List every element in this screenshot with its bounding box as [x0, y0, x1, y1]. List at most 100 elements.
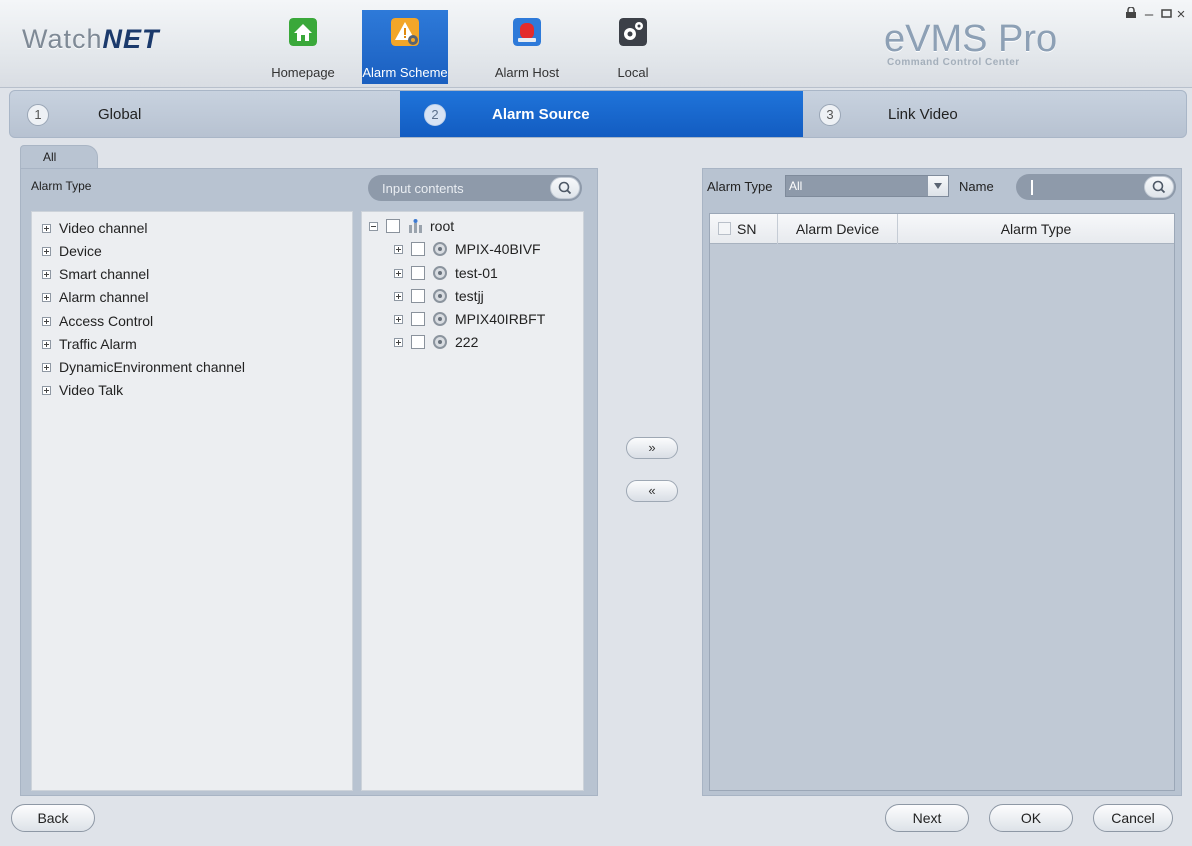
chevron-down-icon[interactable]	[928, 176, 948, 196]
table-header: SN Alarm Device Alarm Type	[710, 214, 1174, 244]
nav-local[interactable]: Local	[590, 10, 676, 84]
expand-icon[interactable]	[394, 268, 403, 278]
tree-node-label: Traffic Alarm	[59, 336, 137, 352]
step-number: 3	[819, 104, 841, 126]
expand-icon[interactable]	[394, 314, 403, 324]
column-sn[interactable]: SN	[710, 214, 778, 244]
alarm-type-dynamic-environment[interactable]: DynamicEnvironment channel	[42, 357, 245, 377]
expand-icon[interactable]	[394, 244, 403, 254]
brand-subtitle: Command Control Center	[887, 57, 1020, 68]
step-alarm-source[interactable]: 2 Alarm Source	[400, 91, 803, 137]
name-input[interactable]	[1016, 174, 1140, 200]
tree-device-row[interactable]: 222	[394, 332, 478, 352]
tab-all[interactable]: All	[20, 145, 98, 169]
close-icon[interactable]: ×	[1172, 6, 1190, 24]
column-alarm-type[interactable]: Alarm Type	[898, 214, 1174, 244]
expand-icon[interactable]	[42, 246, 51, 256]
camera-icon	[433, 242, 447, 256]
home-icon	[289, 18, 317, 46]
alarm-host-icon	[513, 18, 541, 46]
alarm-type-label: Alarm Type	[31, 179, 92, 193]
minimize-icon[interactable]: –	[1140, 6, 1158, 24]
search-button[interactable]	[550, 177, 580, 199]
tree-node-label: MPIX-40BIVF	[455, 241, 541, 257]
remove-from-selection-button[interactable]: «	[626, 480, 678, 502]
device-checkbox[interactable]	[411, 266, 425, 280]
column-label: SN	[737, 221, 757, 237]
device-checkbox[interactable]	[411, 289, 425, 303]
brand-title: eVMS Pro	[884, 18, 1058, 60]
tree-node-label: Video Talk	[59, 382, 124, 398]
alarm-type-filter-label: Alarm Type	[707, 179, 773, 194]
tree-node-label: Access Control	[59, 313, 154, 329]
expand-icon[interactable]	[394, 337, 403, 347]
tree-root[interactable]: root	[369, 216, 454, 236]
add-to-selection-button[interactable]: »	[626, 437, 678, 459]
nav-homepage[interactable]: Homepage	[260, 10, 346, 84]
logo-text-watch: Watch	[22, 24, 103, 54]
column-alarm-device[interactable]: Alarm Device	[778, 214, 898, 244]
nav-alarm-host-label: Alarm Host	[494, 65, 560, 80]
root-checkbox[interactable]	[386, 219, 400, 233]
camera-icon	[433, 266, 447, 280]
nav-alarm-host[interactable]: Alarm Host	[484, 10, 570, 84]
tree-node-label: testjj	[455, 288, 484, 304]
tree-node-label: Smart channel	[59, 266, 150, 282]
tree-device-row[interactable]: MPIX40IRBFT	[394, 309, 545, 329]
step-label: Link Video	[888, 106, 958, 123]
tree-node-label: root	[430, 218, 455, 234]
tree-device-row[interactable]: testjj	[394, 286, 484, 306]
camera-icon	[433, 312, 447, 326]
select-all-checkbox[interactable]	[718, 222, 731, 235]
expand-icon[interactable]	[42, 223, 51, 233]
selected-alarm-table: SN Alarm Device Alarm Type	[709, 213, 1175, 791]
alarm-type-device[interactable]: Device	[42, 241, 102, 261]
device-search	[368, 175, 582, 201]
alarm-type-smart-channel[interactable]: Smart channel	[42, 264, 149, 284]
step-label: Global	[98, 106, 142, 123]
device-checkbox[interactable]	[411, 335, 425, 349]
alarm-type-tree: Video channel Device Smart channel Alarm…	[31, 211, 353, 791]
nav-homepage-label: Homepage	[271, 65, 335, 80]
alarm-type-alarm-channel[interactable]: Alarm channel	[42, 287, 149, 307]
search-icon	[558, 181, 572, 195]
step-global[interactable]: 1 Global	[10, 91, 400, 137]
logo-text-net: NET	[102, 24, 160, 54]
camera-icon	[433, 289, 447, 303]
alarm-type-video-channel[interactable]: Video channel	[42, 218, 147, 238]
expand-icon[interactable]	[42, 362, 51, 372]
alarm-type-video-talk[interactable]: Video Talk	[42, 380, 123, 400]
lock-icon[interactable]	[1122, 6, 1140, 24]
nav-alarm-scheme[interactable]: Alarm Scheme	[362, 10, 448, 84]
alarm-type-traffic-alarm[interactable]: Traffic Alarm	[42, 334, 137, 354]
tree-device-row[interactable]: test-01	[394, 263, 498, 283]
alarm-scheme-icon	[391, 18, 419, 46]
expand-icon[interactable]	[394, 291, 403, 301]
app-header: WatchNET Homepage Alarm Scheme Alarm Hos…	[0, 0, 1192, 88]
tree-node-label: 222	[455, 334, 479, 350]
ok-button[interactable]: OK	[989, 804, 1073, 832]
step-link-video[interactable]: 3 Link Video	[803, 91, 1186, 137]
collapse-icon[interactable]	[369, 221, 378, 231]
name-search	[1016, 174, 1176, 200]
device-checkbox[interactable]	[411, 312, 425, 326]
tree-device-row[interactable]: MPIX-40BIVF	[394, 239, 541, 259]
device-checkbox[interactable]	[411, 242, 425, 256]
expand-icon[interactable]	[42, 292, 51, 302]
cancel-button[interactable]: Cancel	[1093, 804, 1173, 832]
expand-icon[interactable]	[42, 269, 51, 279]
name-filter-label: Name	[959, 179, 994, 194]
alarm-type-select[interactable]: All	[785, 175, 949, 197]
back-button[interactable]: Back	[11, 804, 95, 832]
search-input[interactable]	[368, 175, 548, 201]
expand-icon[interactable]	[42, 385, 51, 395]
name-search-button[interactable]	[1144, 176, 1174, 198]
step-number: 1	[27, 104, 49, 126]
alarm-type-access-control[interactable]: Access Control	[42, 311, 153, 331]
watchnet-logo: WatchNET	[22, 24, 160, 55]
tree-node-label: Device	[59, 243, 102, 259]
nav-alarm-scheme-label: Alarm Scheme	[362, 65, 448, 80]
expand-icon[interactable]	[42, 339, 51, 349]
next-button[interactable]: Next	[885, 804, 969, 832]
expand-icon[interactable]	[42, 316, 51, 326]
